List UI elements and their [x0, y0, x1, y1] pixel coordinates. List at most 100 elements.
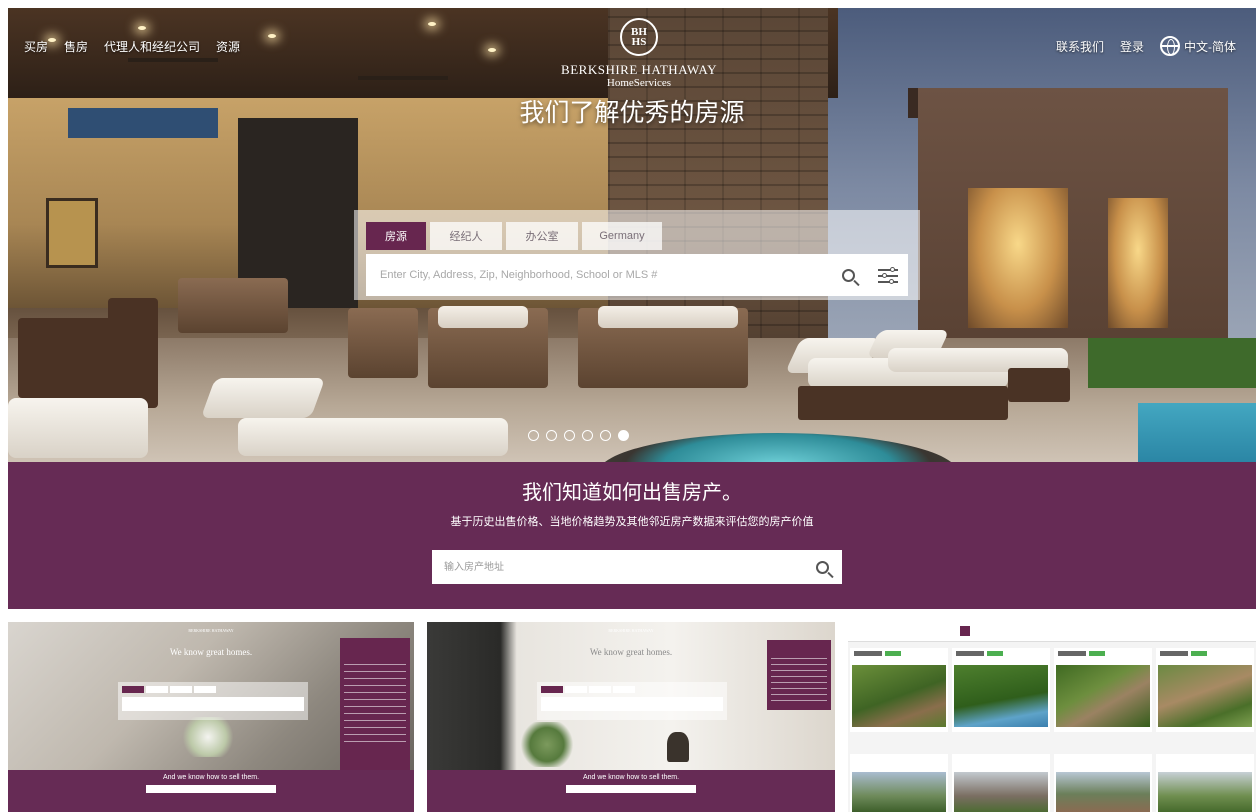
thumb-listing-card [1054, 648, 1152, 732]
brand-subname: HomeServices [606, 77, 672, 89]
nav-resources[interactable]: 资源 [216, 38, 240, 55]
carousel-dot[interactable] [564, 430, 575, 441]
home-value-search [432, 550, 842, 584]
lawn [1088, 338, 1256, 388]
hero-title: 我们了解优秀的房源 [519, 98, 745, 127]
search-tabs: 房源 经纪人 办公室 Germany [366, 222, 662, 250]
pool [1138, 403, 1256, 462]
ceiling-light [488, 48, 496, 52]
search-button[interactable] [828, 254, 868, 296]
thumb-tabs [541, 686, 635, 693]
property-search-bar [366, 254, 908, 296]
thumb-sell-title: And we know how to sell them. [582, 774, 680, 781]
thumb-listing-grid [848, 648, 1256, 732]
lounger-base [1008, 368, 1070, 402]
thumb-sell-title: And we know how to sell them. [162, 774, 260, 781]
thumb-listing-card [850, 754, 948, 812]
thumb-dropdown-menu [340, 638, 410, 788]
utility-nav: 联系我们 登录 中文-简体 [1056, 36, 1236, 56]
property-search-panel: 房源 经纪人 办公室 Germany [354, 210, 920, 300]
sun-lounger [238, 418, 508, 456]
ceiling-light [138, 26, 146, 30]
sun-lounger [8, 398, 148, 458]
seal-bottom-text: HS [631, 36, 647, 48]
cushion [598, 306, 738, 328]
sofa [178, 278, 288, 333]
tab-germany[interactable]: Germany [582, 222, 662, 250]
screenshot-thumbnail-2[interactable]: BERKSHIRE HATHAWAY We know great homes. … [427, 622, 835, 812]
address-search-button[interactable] [802, 550, 842, 584]
nav-sell[interactable]: 售房 [64, 38, 88, 55]
brand-name: BERKSHIRE HATHAWAY [561, 62, 717, 77]
search-icon [815, 560, 829, 574]
thumb-listing-card [952, 648, 1050, 732]
ceiling-fan [128, 58, 218, 62]
thumb-flowers [178, 717, 238, 757]
nav-login[interactable]: 登录 [1120, 38, 1144, 55]
tab-properties[interactable]: 房源 [366, 222, 426, 250]
cushion [438, 306, 528, 328]
language-selector[interactable]: 中文-简体 [1160, 36, 1236, 56]
carousel-dots [528, 430, 629, 441]
thumb-search-bar [541, 697, 723, 711]
thumb-logo: BERKSHIRE HATHAWAY [188, 628, 234, 633]
thumb-vase [667, 732, 689, 762]
thumb-sell-input [566, 785, 696, 793]
tab-offices[interactable]: 办公室 [506, 222, 578, 250]
dining-chair [108, 298, 158, 408]
ceiling-fan [358, 76, 448, 80]
globe-icon [1160, 36, 1180, 56]
sell-title: 我们知道如何出售房产。 [522, 480, 742, 504]
nav-contact[interactable]: 联系我们 [1056, 38, 1104, 55]
thumb-listing-card [850, 648, 948, 732]
thumb-plant [517, 722, 577, 767]
filter-button[interactable] [868, 254, 908, 296]
thumb-search-bar [122, 697, 304, 711]
thumb-dropdown-menu [767, 640, 831, 710]
lounger-base [798, 386, 1008, 420]
thumb-search-panel [537, 682, 727, 720]
primary-nav: 买房 售房 代理人和经纪公司 资源 [24, 38, 240, 55]
brand-logo[interactable]: BH HS BERKSHIRE HATHAWAY HomeServices [551, 18, 727, 89]
wall-painting [46, 198, 98, 268]
thumb-listing-card [1054, 754, 1152, 812]
thumb-listing-grid-row2 [848, 754, 1256, 812]
thumb-sell-input [146, 785, 276, 793]
thumb-logo: BERKSHIRE HATHAWAY [608, 628, 654, 633]
hero-banner: 买房 售房 代理人和经纪公司 资源 BH HS BERKSHIRE HATHAW… [8, 8, 1256, 462]
armchair [348, 308, 418, 378]
sell-section: 我们知道如何出售房产。 基于历史出售价格、当地价格趋势及其他邻近房产数据来评估您… [8, 462, 1256, 609]
property-address-input[interactable] [432, 550, 802, 584]
nav-buy[interactable]: 买房 [24, 38, 48, 55]
thumb-listing-card [1156, 648, 1254, 732]
sell-subtitle: 基于历史出售价格、当地价格趋势及其他邻近房产数据来评估您的房产价值 [450, 516, 814, 528]
thumb-search-panel [118, 682, 308, 720]
property-search-input[interactable] [366, 254, 828, 296]
carousel-dot[interactable] [546, 430, 557, 441]
dining-chair [18, 318, 118, 398]
carousel-dot[interactable] [582, 430, 593, 441]
lit-bedroom [968, 188, 1068, 328]
thumb-tabs [122, 686, 216, 693]
thumb-sell-band: And we know how to sell them. [8, 770, 414, 812]
thumb-search-icon [960, 626, 970, 636]
ceiling-light [268, 34, 276, 38]
thumb-sell-band: And we know how to sell them. [427, 770, 835, 812]
thumb-listing-card [952, 754, 1050, 812]
sun-lounger [200, 378, 326, 418]
thumb-listing-card [1156, 754, 1254, 812]
lit-window [1108, 198, 1168, 328]
brand-seal-icon: BH HS [620, 18, 658, 56]
carousel-dot[interactable] [600, 430, 611, 441]
carousel-dot-active[interactable] [618, 430, 629, 441]
filter-sliders-icon [878, 267, 898, 284]
language-label: 中文-简体 [1184, 39, 1236, 54]
thumb-results-header [848, 622, 1256, 642]
tab-agents[interactable]: 经纪人 [430, 222, 502, 250]
carousel-dot[interactable] [528, 430, 539, 441]
nav-agents-brokerages[interactable]: 代理人和经纪公司 [104, 38, 200, 55]
ceiling-light [428, 22, 436, 26]
search-icon [841, 268, 855, 282]
screenshot-thumbnail-1[interactable]: BERKSHIRE HATHAWAY We know great homes. … [8, 622, 414, 812]
screenshot-thumbnail-3[interactable] [848, 622, 1256, 812]
